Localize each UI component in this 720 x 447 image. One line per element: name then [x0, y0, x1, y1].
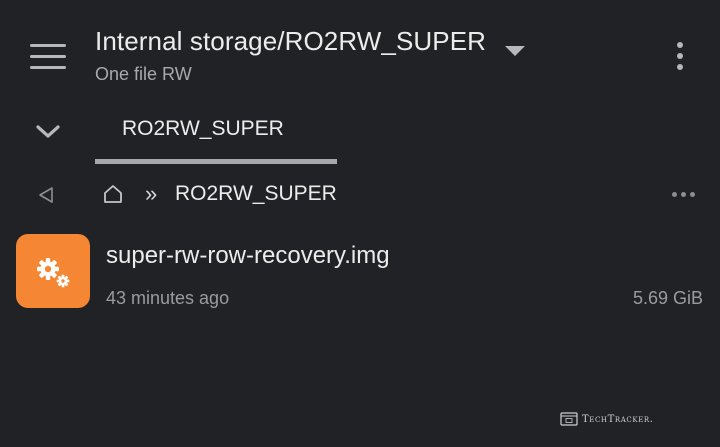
menu-bar	[30, 43, 66, 47]
overflow-dot	[677, 42, 683, 48]
gears-svg	[37, 258, 70, 288]
chevron-down-svg	[36, 125, 60, 138]
watermark-logo-icon	[560, 412, 578, 426]
path-title[interactable]: Internal storage/RO2RW_SUPER	[95, 26, 486, 57]
file-name: super-rw-row-recovery.img	[106, 242, 390, 269]
overflow-dot	[677, 53, 683, 59]
caret-down-icon[interactable]	[505, 46, 525, 56]
triangle-left-svg	[39, 187, 53, 203]
more-dot	[672, 191, 677, 197]
chevron-down-icon[interactable]	[34, 120, 62, 144]
tab-ro2rw-super[interactable]: RO2RW_SUPER	[95, 108, 337, 164]
file-list-item[interactable]: super-rw-row-recovery.img 43 minutes ago…	[0, 224, 720, 318]
file-size: 5.69 GiB	[632, 288, 703, 308]
menu-bar	[30, 65, 66, 69]
home-icon[interactable]	[101, 182, 125, 206]
watermark: TechTracker.	[560, 412, 654, 426]
more-vertical-icon[interactable]	[668, 40, 692, 72]
more-dot	[690, 191, 695, 197]
breadcrumb-current[interactable]: RO2RW_SUPER	[175, 182, 337, 206]
tab-label: RO2RW_SUPER	[122, 117, 284, 140]
more-dot	[681, 191, 686, 197]
menu-bar	[30, 54, 66, 58]
overflow-dot	[677, 64, 683, 70]
watermark-text: TechTracker.	[582, 413, 654, 425]
selection-subtitle: One file RW	[95, 64, 192, 84]
more-horizontal-icon[interactable]	[672, 190, 696, 198]
home-svg	[104, 185, 122, 203]
gears-icon	[16, 234, 90, 308]
hamburger-menu-icon[interactable]	[24, 36, 72, 76]
triangle-left-icon[interactable]	[36, 184, 58, 206]
file-modified: 43 minutes ago	[106, 288, 230, 308]
file-manager-screen: Internal storage/RO2RW_SUPER One file RW…	[0, 0, 720, 447]
tab-selected-indicator	[95, 159, 337, 164]
breadcrumb-separator: »	[145, 181, 158, 206]
